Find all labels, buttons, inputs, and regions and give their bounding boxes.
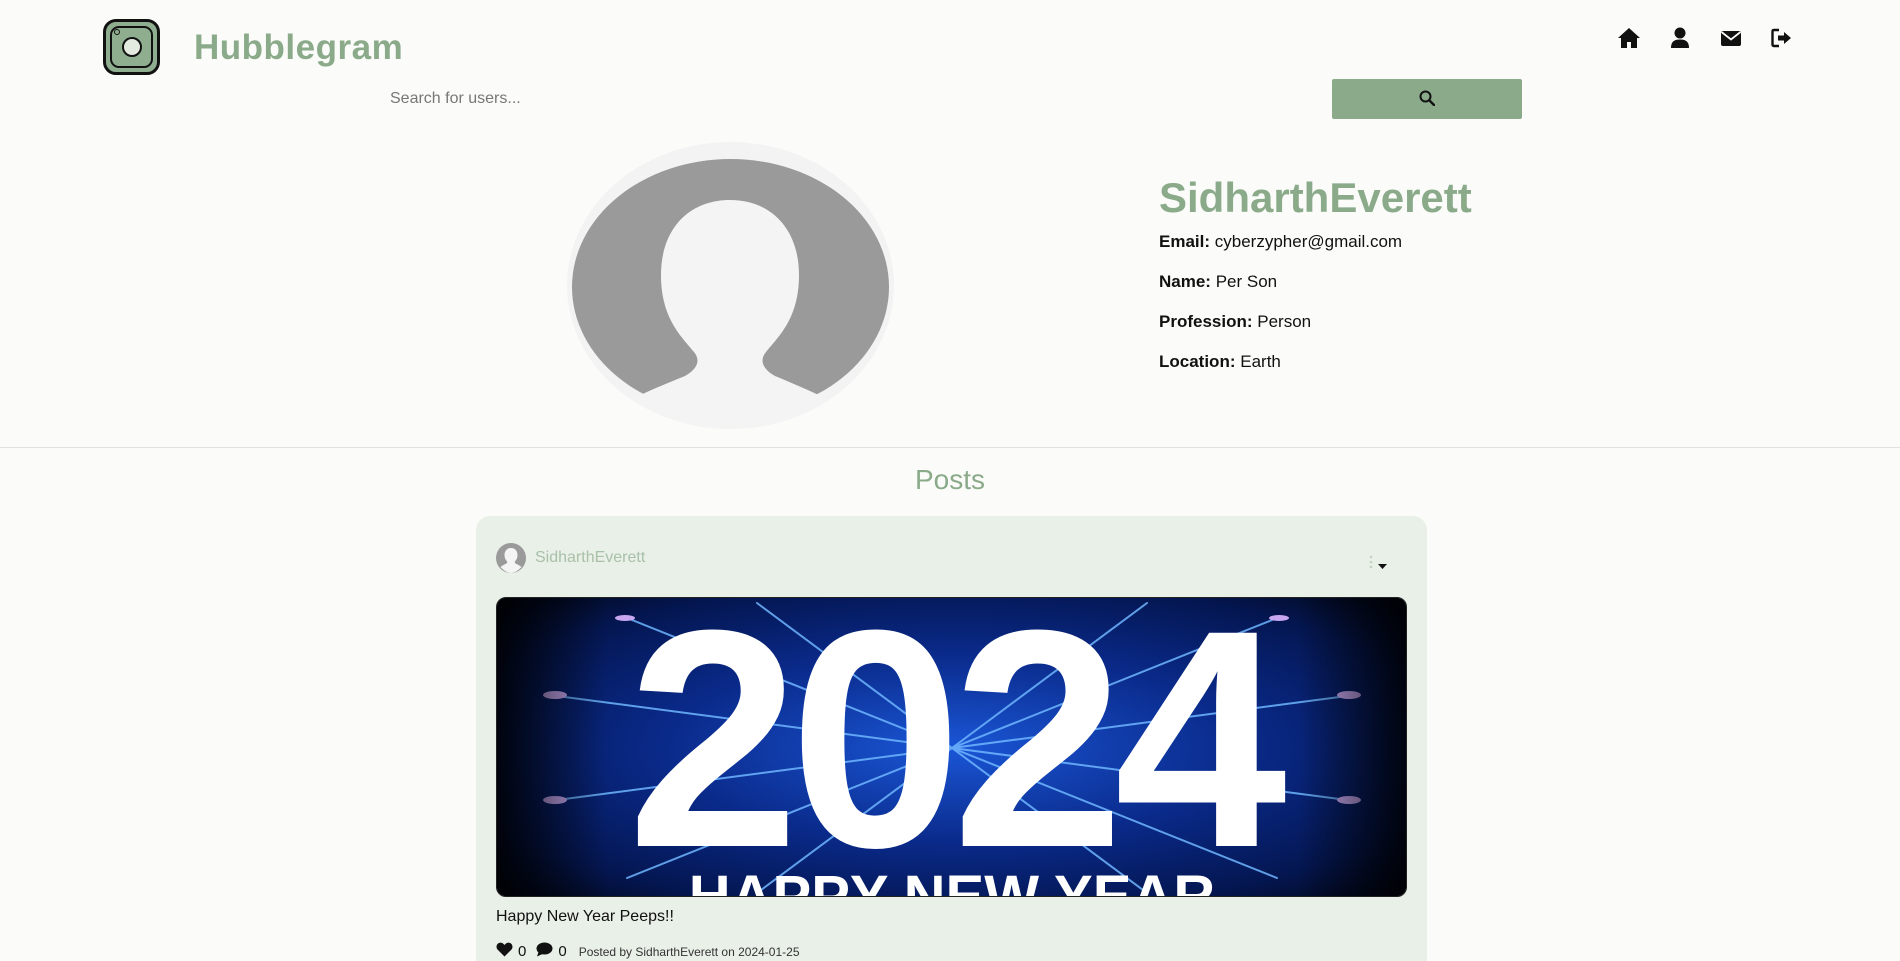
email-value: cyberzypher@gmail.com [1214,232,1403,251]
profile-info: SidharthEverett Email: cyberzypher@gmail… [1159,174,1659,392]
search-input[interactable] [375,79,1332,119]
hubblegram-logo[interactable] [103,19,160,75]
logo-lens [122,37,142,57]
location-label: Location: [1159,352,1236,371]
default-avatar-icon [631,200,829,429]
caret-down-icon [1378,556,1387,574]
profile-username: SidharthEverett [1159,174,1472,221]
post-meta: 0 0 Posted by SidharthEverett on 2024-01… [496,942,800,961]
search-button[interactable] [1332,79,1522,119]
profile-avatar [567,142,894,429]
search-icon [1419,90,1436,109]
post-options-menu[interactable] [1369,555,1387,574]
sign-out-icon[interactable] [1770,24,1794,52]
post-image-greeting: HAPPY NEW YEAR [689,864,1215,897]
section-divider [0,447,1900,448]
post-card: SidharthEverett 2024 HAPPY NEW YEAR Happ… [476,516,1427,961]
comment-icon [536,942,553,961]
profile-location: Location: Earth [1159,352,1659,392]
brand-name[interactable]: Hubblegram [194,28,403,68]
comment-button[interactable]: 0 [536,942,567,961]
profile-profession: Profession: Person [1159,312,1659,352]
home-icon[interactable] [1617,24,1641,52]
profile-name: Name: Per Son [1159,272,1659,312]
default-avatar-icon [500,548,522,573]
post-author-avatar[interactable] [496,543,526,573]
profession-label: Profession: [1159,312,1253,331]
top-navbar: Hubblegram [0,0,1900,120]
post-image-year: 2024 [627,598,1289,897]
heart-icon [496,942,513,961]
envelope-icon[interactable] [1719,24,1743,52]
name-label: Name: [1159,272,1211,291]
comment-count: 0 [558,943,567,960]
location-value: Earth [1240,352,1281,371]
like-count: 0 [518,943,527,960]
posts-heading: Posts [914,464,986,495]
profile-email: Email: cyberzypher@gmail.com [1159,232,1659,272]
post-image[interactable]: 2024 HAPPY NEW YEAR [496,597,1407,897]
post-header: SidharthEverett [496,543,645,573]
post-caption: Happy New Year Peeps!! [496,908,674,925]
name-value: Per Son [1215,272,1278,291]
like-button[interactable]: 0 [496,942,526,961]
user-icon[interactable] [1668,24,1692,52]
nav-icons [1617,24,1794,52]
profession-value: Person [1257,312,1312,331]
post-timestamp: Posted by SidharthEverett on 2024-01-25 [578,944,800,959]
post-author-name[interactable]: SidharthEverett [535,549,645,567]
user-search [375,79,1522,119]
kebab-icon [1369,555,1373,574]
email-label: Email: [1159,232,1211,251]
logo-dot [114,29,120,35]
